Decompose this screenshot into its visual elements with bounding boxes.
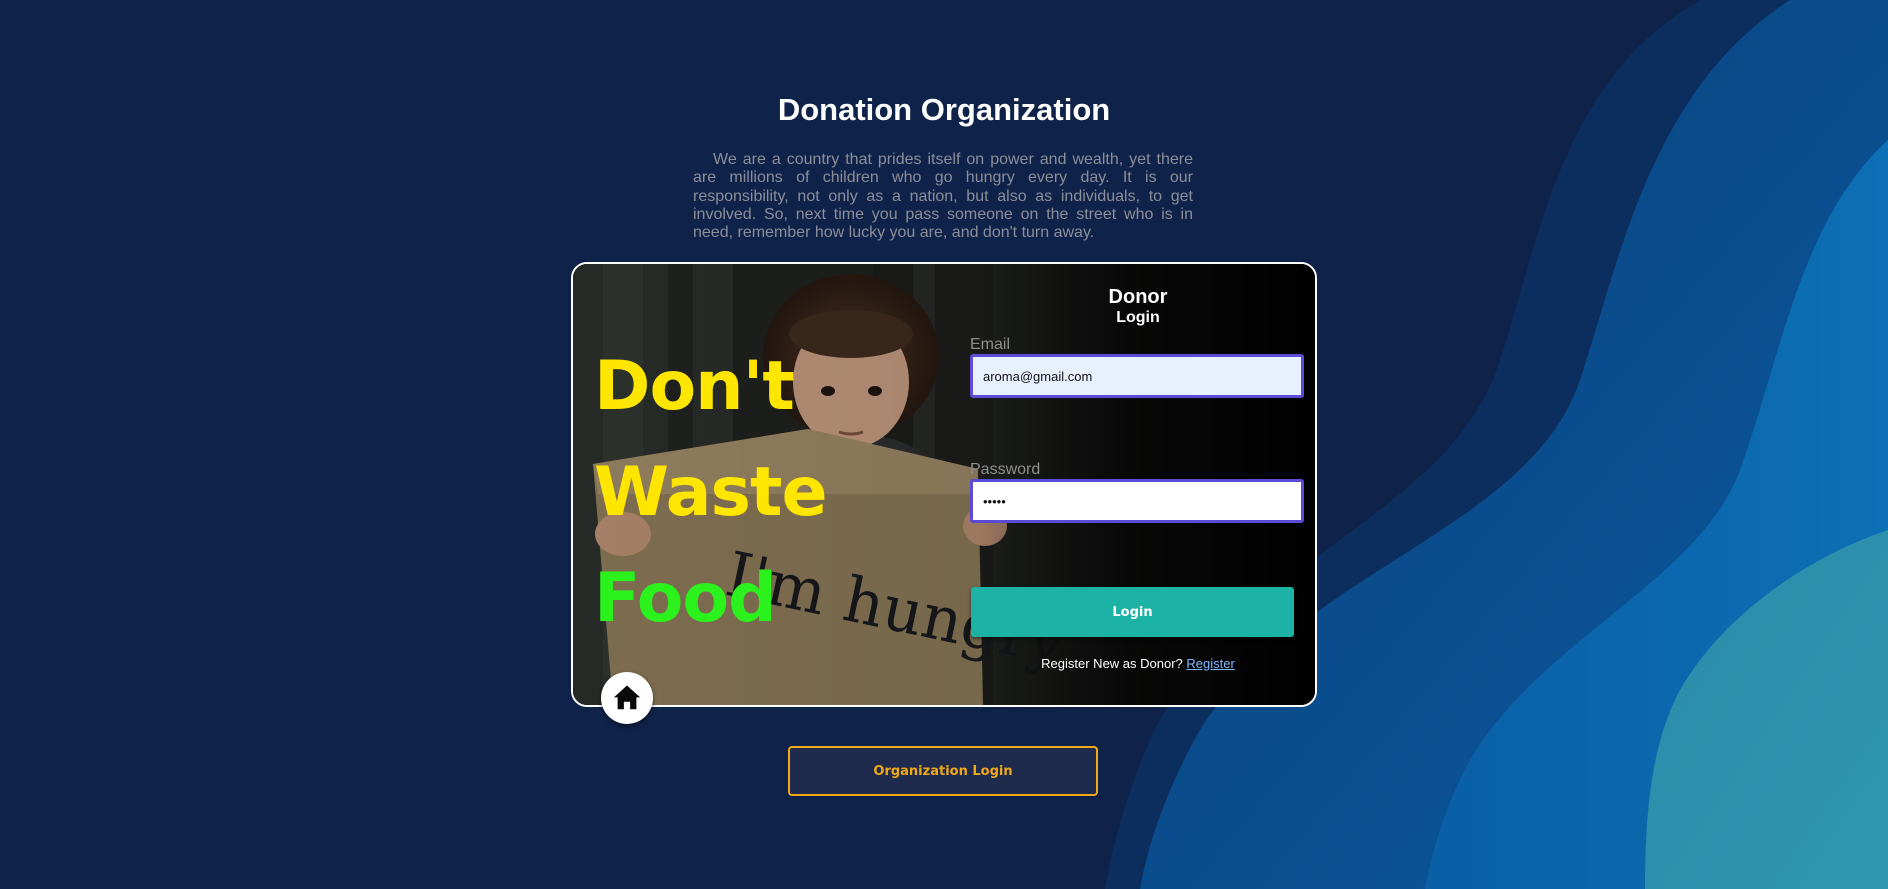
home-icon xyxy=(613,685,641,710)
organization-login-button[interactable]: Organization Login xyxy=(788,746,1098,796)
slogan-line-2: Waste xyxy=(594,453,828,532)
register-link[interactable]: Register xyxy=(1186,656,1234,671)
slogan: Don't Waste Food xyxy=(594,334,828,652)
email-field[interactable] xyxy=(970,354,1304,398)
form-subheading: Login xyxy=(1116,309,1160,326)
register-prompt: Register New as Donor? xyxy=(1041,656,1183,671)
form-title: Donor Login xyxy=(973,286,1303,328)
email-label: Email xyxy=(970,336,1011,353)
slogan-line-3: Food xyxy=(594,559,777,638)
form-heading: Donor xyxy=(1108,286,1168,308)
password-label: Password xyxy=(970,461,1041,478)
slogan-line-1: Don't xyxy=(594,347,795,426)
password-field[interactable] xyxy=(970,479,1304,523)
register-row: Register New as Donor? Register xyxy=(973,656,1303,671)
home-button[interactable] xyxy=(601,672,653,724)
login-button[interactable]: Login xyxy=(971,587,1294,637)
login-card: I'm hungry Don't Waste Food Donor Login … xyxy=(571,262,1317,707)
page-title: Donation Organization xyxy=(777,92,1111,127)
page: Donation Organization We are a country t… xyxy=(0,0,1888,889)
intro-paragraph: We are a country that prides itself on p… xyxy=(693,151,1193,242)
